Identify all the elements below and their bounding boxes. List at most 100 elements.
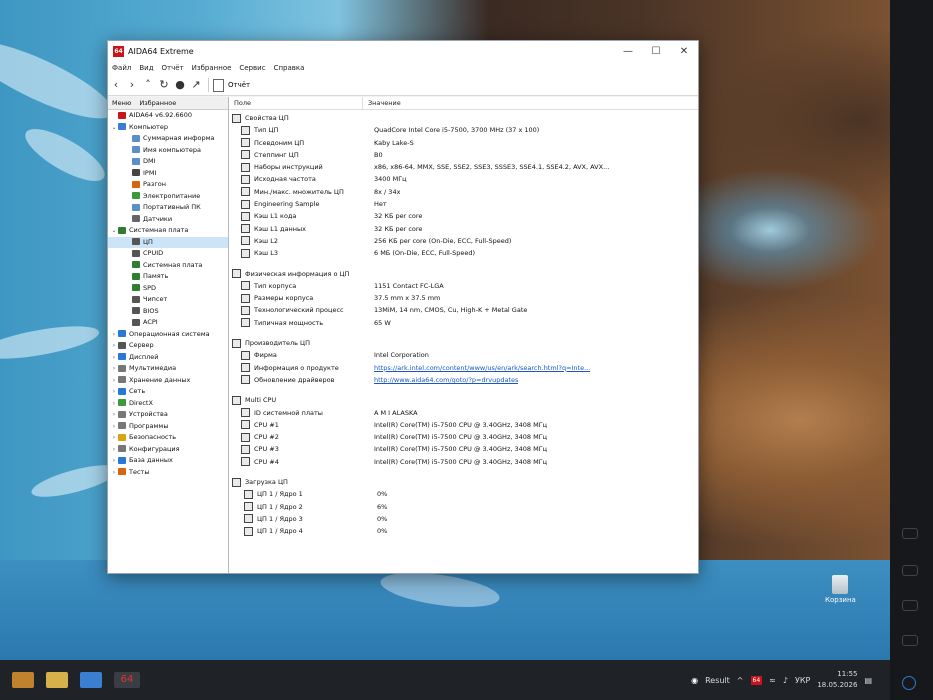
detail-row[interactable]: CPU #3 Intel(R) Core(TM) i5-7500 CPU @ 3.… [229,443,698,455]
expander-icon[interactable]: › [110,340,118,352]
detail-row[interactable]: CPU #1 Intel(R) Core(TM) i5-7500 CPU @ 3.… [229,419,698,431]
tree-item[interactable]: › Программы [108,421,228,433]
tree-item[interactable]: SPD [108,283,228,295]
maximize-button[interactable]: ☐ [642,46,670,57]
menu-service[interactable]: Сервис [235,64,269,72]
detail-row[interactable]: Фирма Intel Corporation [229,349,698,361]
menu-file[interactable]: Файл [108,64,135,72]
detail-row[interactable]: Тип ЦП QuadCore Intel Core i5-7500, 3700 … [229,124,698,136]
expander-icon[interactable]: › [110,432,118,444]
tree-item[interactable]: › Хранение данных [108,375,228,387]
user-icon[interactable]: ● [172,77,188,93]
menu-view[interactable]: Вид [135,64,157,72]
tree-item[interactable]: Портативный ПК [108,202,228,214]
detail-row[interactable]: Мин./макс. множитель ЦП 8x / 34x [229,186,698,198]
menu-favorites[interactable]: Избранное [188,64,236,72]
tree-item[interactable]: › Операционная система [108,329,228,341]
tree-item[interactable]: Имя компьютера [108,145,228,157]
refresh-icon[interactable]: ↻ [156,77,172,93]
forward-icon[interactable]: › [124,77,140,93]
menu-help[interactable]: Справка [270,64,309,72]
tree-item[interactable]: Память [108,271,228,283]
tree-item[interactable]: Разгон [108,179,228,191]
tree-item[interactable]: › Безопасность [108,432,228,444]
tree-item[interactable]: Суммарная информа [108,133,228,145]
tab-menu[interactable]: Меню [108,97,135,109]
expander-icon[interactable]: › [110,421,118,433]
language-indicator[interactable]: УКР [795,676,810,685]
detail-row[interactable]: CPU #2 Intel(R) Core(TM) i5-7500 CPU @ 3.… [229,431,698,443]
report-button[interactable]: Отчёт [228,81,250,89]
tree-item[interactable]: DMI [108,156,228,168]
tree-item[interactable]: ACPI [108,317,228,329]
detail-row[interactable]: Степпинг ЦП B0 [229,149,698,161]
expander-icon[interactable]: › [110,455,118,467]
field-value-link[interactable]: http://www.aida64.com/goto/?p=drvupdates [369,374,518,386]
detail-row[interactable]: ЦП 1 / Ядро 1 0% [229,488,698,500]
back-icon[interactable]: ‹ [108,77,124,93]
report-icon[interactable] [213,78,224,92]
tray-caret-icon[interactable]: ^ [737,676,744,685]
tree-item[interactable]: › Конфигурация [108,444,228,456]
detail-row[interactable]: Типичная мощность 65 W [229,317,698,329]
column-header-field[interactable]: Поле [229,97,363,109]
tree-item[interactable]: ЦП [108,236,228,248]
result-tray-icon[interactable]: ◉ [691,676,698,685]
aida64-tray-icon[interactable]: 64 [750,675,763,685]
volume-icon[interactable]: ♪ [783,676,788,685]
detail-row[interactable]: Размеры корпуса 37.5 mm x 37.5 mm [229,292,698,304]
tree-item[interactable]: ⌄ Системная плата [108,225,228,237]
expander-icon[interactable]: › [110,409,118,421]
notifications-icon[interactable]: ▤ [864,676,872,685]
detail-row[interactable]: Псевдоним ЦП Kaby Lake-S [229,137,698,149]
minimize-button[interactable]: — [614,46,642,57]
tree-item[interactable]: Электропитание [108,191,228,203]
title-bar[interactable]: 64 AIDA64 Extreme — ☐ ✕ [108,41,698,61]
tree-item[interactable]: › База данных [108,455,228,467]
detail-row[interactable]: ЦП 1 / Ядро 3 0% [229,513,698,525]
tree-item[interactable]: › Сеть [108,386,228,398]
aida64-taskbar-button[interactable]: 64 [114,672,140,688]
field-value-link[interactable]: https://ark.intel.com/content/www/us/en/… [369,362,590,374]
expander-icon[interactable]: ⌄ [110,225,118,237]
mail-icon[interactable] [80,672,102,688]
expander-icon[interactable]: ⌄ [110,122,118,134]
detail-row[interactable]: CPU #4 Intel(R) Core(TM) i5-7500 CPU @ 3.… [229,456,698,468]
expander-icon[interactable]: › [110,363,118,375]
detail-row[interactable]: ЦП 1 / Ядро 4 0% [229,525,698,537]
detail-row[interactable]: ID системной платы A M I ALASKA [229,407,698,419]
detail-row[interactable]: Кэш L1 данных 32 КБ per core [229,223,698,235]
tree-item[interactable]: Датчики [108,214,228,226]
tree-item[interactable]: › Мультимедиа [108,363,228,375]
widgets-icon[interactable] [12,672,34,688]
detail-row[interactable]: Наборы инструкций x86, x86-64, MMX, SSE, … [229,161,698,173]
tree-item[interactable]: ⌄ Компьютер [108,122,228,134]
tree-item[interactable]: › Сервер [108,340,228,352]
up-icon[interactable]: ˄ [140,77,156,93]
tree-item[interactable]: AIDA64 v6.92.6600 [108,110,228,122]
wifi-icon[interactable]: ≈ [769,676,776,685]
chart-icon[interactable]: ↗ [188,77,204,93]
detail-row[interactable]: Кэш L3 6 МБ (On-Die, ECC, Full-Speed) [229,247,698,259]
tree-item[interactable]: › Дисплей [108,352,228,364]
expander-icon[interactable]: › [110,329,118,341]
detail-row[interactable]: Исходная частота 3400 МГц [229,173,698,185]
tree-item[interactable]: › DirectX [108,398,228,410]
expander-icon[interactable]: › [110,352,118,364]
expander-icon[interactable]: › [110,467,118,479]
tree-item[interactable]: › Устройства [108,409,228,421]
detail-row[interactable]: Обновление драйверов http://www.aida64.co… [229,374,698,386]
recycle-bin-icon[interactable]: Корзина [825,575,856,604]
expander-icon[interactable]: › [110,444,118,456]
detail-row[interactable]: Кэш L2 256 КБ per core (On-Die, ECC, Full… [229,235,698,247]
detail-row[interactable]: ЦП 1 / Ядро 2 6% [229,501,698,513]
detail-row[interactable]: Engineering Sample Нет [229,198,698,210]
expander-icon[interactable]: › [110,398,118,410]
expander-icon[interactable]: › [110,375,118,387]
detail-row[interactable]: Кэш L1 кода 32 КБ per core [229,210,698,222]
menu-report[interactable]: Отчёт [158,64,188,72]
tree-item[interactable]: Чипсет [108,294,228,306]
tree-item[interactable]: › Тесты [108,467,228,479]
column-header-value[interactable]: Значение [363,97,401,109]
detail-row[interactable]: Технологический процесс 13МiМ, 14 nm, CMO… [229,304,698,316]
